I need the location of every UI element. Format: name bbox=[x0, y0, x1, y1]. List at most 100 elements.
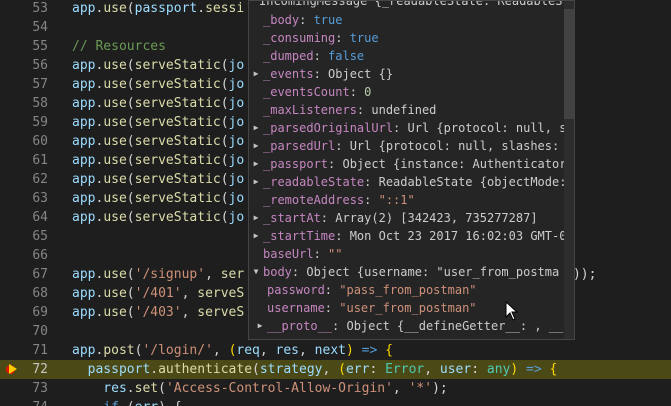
code-token: next bbox=[314, 343, 346, 358]
hover-tree-item: _eventsCount: 0 bbox=[249, 83, 574, 101]
code-token: app bbox=[72, 286, 96, 301]
property-value: Object {__defineGetter__: , __d bbox=[346, 319, 571, 333]
code-text: app.use(serveStatic(jo bbox=[72, 113, 244, 132]
code-token: '*' bbox=[408, 381, 433, 396]
code-token: use bbox=[103, 134, 127, 149]
line-number: 69 bbox=[32, 305, 48, 320]
hover-scrollbar[interactable] bbox=[564, 1, 574, 339]
hover-tree-item[interactable]: ▶ __proto__: Object {__defineGetter__: , … bbox=[249, 317, 574, 335]
line-number: 57 bbox=[32, 77, 48, 92]
code-text: app.use(serveStatic(jo bbox=[72, 208, 244, 227]
property-name: _startAt bbox=[263, 211, 321, 225]
hover-scrollbar-thumb[interactable] bbox=[564, 9, 574, 119]
code-token: ( bbox=[158, 381, 166, 396]
code-token: use bbox=[103, 210, 127, 225]
code-token: ( bbox=[126, 1, 135, 16]
code-token: serveStatic bbox=[134, 134, 221, 149]
code-token: 'Access-Control-Allow-Origin' bbox=[165, 381, 393, 396]
code-line-current[interactable]: 72 passport.authenticate(strategy, (err:… bbox=[0, 360, 671, 379]
code-token: ( bbox=[126, 96, 135, 111]
code-token: ( bbox=[126, 267, 135, 282]
line-number: 73 bbox=[32, 381, 48, 396]
code-token: , bbox=[259, 343, 276, 358]
chevron-down-icon[interactable]: ▼ bbox=[251, 263, 261, 281]
chevron-right-icon[interactable]: ▶ bbox=[251, 209, 261, 227]
property-separator: : bbox=[335, 229, 350, 243]
code-token: . bbox=[126, 381, 135, 396]
code-token: . bbox=[197, 1, 206, 16]
chevron-right-icon[interactable]: ▶ bbox=[255, 317, 265, 335]
code-token: app bbox=[72, 1, 96, 16]
hover-tree-item[interactable]: ▶ _startTime: Mon Oct 23 2017 16:02:03 GM… bbox=[249, 227, 574, 245]
property-separator: : bbox=[320, 211, 336, 225]
code-line[interactable]: 74 if (err) { bbox=[0, 398, 671, 406]
code-token: use bbox=[103, 172, 127, 187]
code-line[interactable]: 73 res.set('Access-Control-Allow-Origin'… bbox=[0, 379, 671, 398]
code-token: use bbox=[103, 305, 127, 320]
code-token: , bbox=[181, 286, 198, 301]
code-token: req bbox=[236, 343, 260, 358]
property-value: Array(2) [342423, 735277287] bbox=[335, 211, 538, 225]
code-token: , bbox=[181, 305, 198, 320]
hover-tree-item[interactable]: ▶ _passport: Object {instance: Authentica… bbox=[249, 155, 574, 173]
code-token: passport bbox=[134, 1, 198, 16]
property-value: Object {instance: Authenticator} bbox=[342, 157, 574, 171]
line-number: 71 bbox=[32, 343, 48, 358]
property-name: _maxListeners bbox=[263, 103, 357, 117]
code-token: => bbox=[526, 362, 542, 377]
code-token: jo bbox=[228, 134, 245, 149]
code-token: ( bbox=[119, 400, 135, 406]
code-token: '/signup' bbox=[134, 267, 206, 282]
property-value: true bbox=[349, 31, 379, 45]
hover-tree-item[interactable]: ▶ _readableState: ReadableState {objectMo… bbox=[249, 173, 574, 191]
code-token: app bbox=[72, 172, 96, 187]
chevron-right-icon[interactable]: ▶ bbox=[251, 227, 261, 245]
property-name: _parsedUrl bbox=[263, 139, 336, 153]
hover-tree-item[interactable]: ▶ _events: Object {} bbox=[249, 65, 574, 83]
hover-tree-item: _dumped: false bbox=[249, 47, 574, 65]
property-value: true bbox=[313, 13, 343, 27]
property-name: _dumped bbox=[263, 49, 314, 63]
line-number: 55 bbox=[32, 39, 48, 54]
code-text: passport.authenticate(strategy, (err: Er… bbox=[72, 360, 558, 379]
code-token: use bbox=[103, 77, 127, 92]
hover-tree-item[interactable]: ▶ _parsedOriginalUrl: Url {protocol: null… bbox=[249, 119, 574, 137]
code-token: ( bbox=[126, 134, 135, 149]
code-token: ( bbox=[220, 153, 229, 168]
property-value: Url {protocol: null, sl bbox=[407, 121, 574, 135]
code-token: => bbox=[361, 343, 378, 358]
debug-hover-widget[interactable]: IncomingMessage {_readableState: Readabl… bbox=[248, 0, 575, 340]
property-separator: : bbox=[393, 121, 408, 135]
hover-tree-item[interactable]: ▶ _startAt: Array(2) [342423, 735277287] bbox=[249, 209, 574, 227]
chevron-right-icon[interactable]: ▶ bbox=[251, 65, 261, 83]
code-token: use bbox=[103, 96, 127, 111]
code-line[interactable]: 71 app.post('/login/', (req, res, next) =… bbox=[0, 341, 671, 360]
code-token: use bbox=[103, 267, 127, 282]
code-token: . bbox=[150, 362, 159, 377]
code-token: app bbox=[72, 343, 96, 358]
breakpoint-current-icon[interactable] bbox=[6, 364, 18, 375]
line-number: 67 bbox=[32, 267, 48, 282]
code-token: use bbox=[103, 153, 127, 168]
property-value: Mon Oct 23 2017 16:02:03 GMT-04 bbox=[349, 229, 574, 243]
property-separator: : bbox=[313, 49, 329, 63]
hover-tree-item: _consuming: true bbox=[249, 29, 574, 47]
code-token: ( bbox=[126, 210, 135, 225]
hover-tree-item[interactable]: ▼ body: Object {username: "user_from_post… bbox=[249, 263, 574, 281]
chevron-right-icon[interactable]: ▶ bbox=[251, 155, 261, 173]
code-token: jo bbox=[228, 96, 245, 111]
code-token: ( bbox=[126, 58, 135, 73]
hover-tree-item: username: "user_from_postman" bbox=[249, 299, 574, 317]
line-number: 58 bbox=[32, 96, 48, 111]
code-token: ( bbox=[220, 58, 229, 73]
code-token: ( bbox=[126, 153, 135, 168]
hover-tree-item[interactable]: ▶ _parsedUrl: Url {protocol: null, slashe… bbox=[249, 137, 574, 155]
chevron-right-icon[interactable]: ▶ bbox=[251, 119, 261, 137]
code-token: jo bbox=[228, 77, 245, 92]
code-token: use bbox=[103, 115, 127, 130]
chevron-right-icon[interactable]: ▶ bbox=[251, 173, 261, 191]
property-name: _startTime bbox=[263, 229, 336, 243]
property-name: _readableState bbox=[263, 175, 365, 189]
chevron-right-icon[interactable]: ▶ bbox=[251, 137, 261, 155]
code-token: app bbox=[72, 210, 96, 225]
